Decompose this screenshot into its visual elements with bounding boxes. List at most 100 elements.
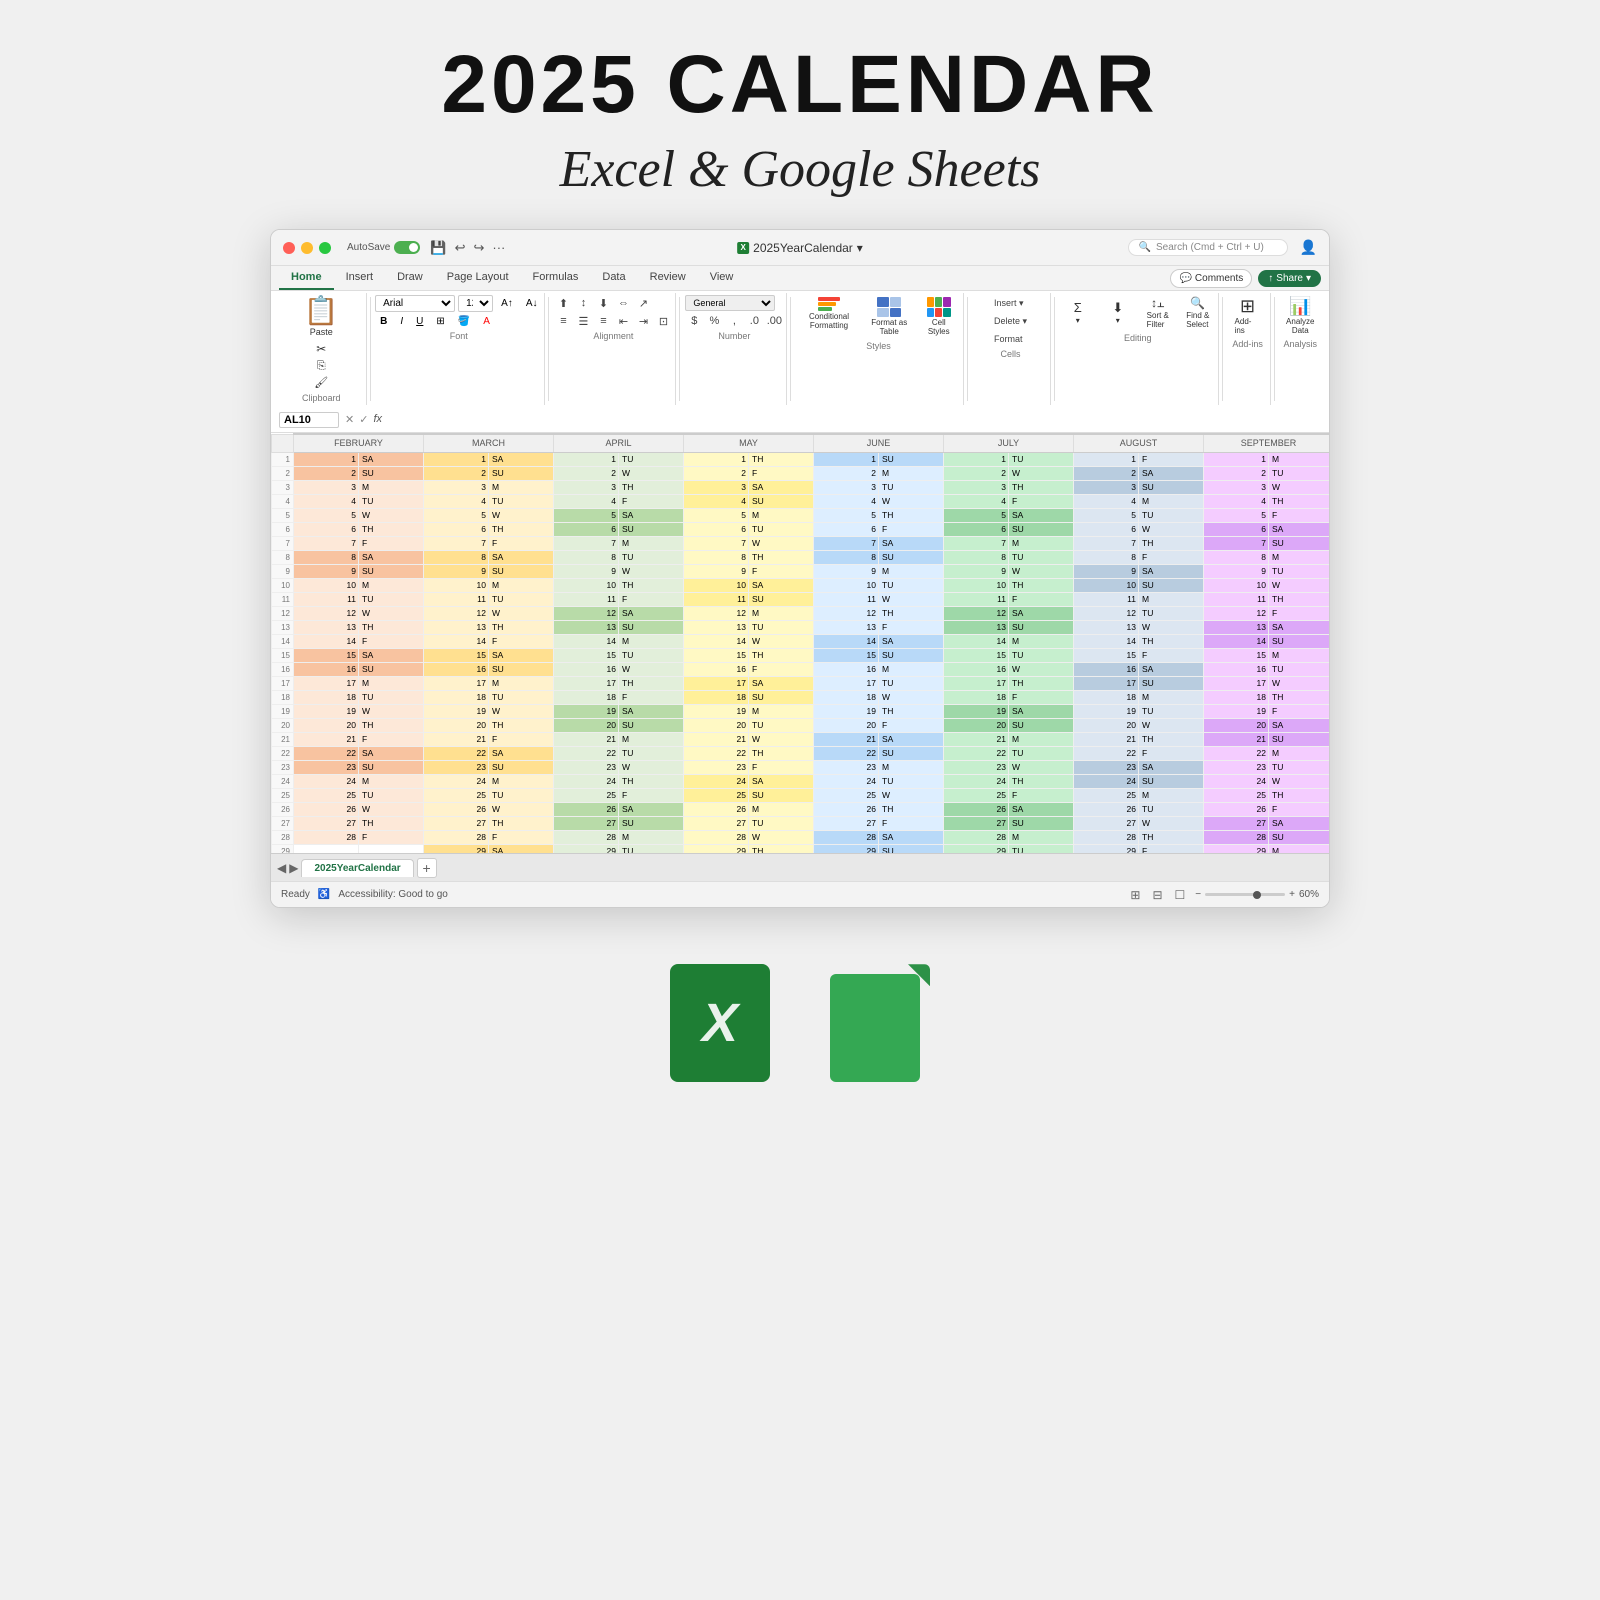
tab-data[interactable]: Data	[590, 266, 637, 290]
table-row[interactable]: W	[619, 466, 684, 480]
table-row[interactable]: SA	[1139, 760, 1204, 774]
table-row[interactable]: 21	[424, 732, 489, 746]
fill-button[interactable]: ⬇ ▾	[1100, 295, 1136, 331]
table-row[interactable]: M	[879, 564, 944, 578]
table-row[interactable]: SA	[749, 774, 814, 788]
table-row[interactable]: SA	[489, 844, 554, 853]
table-row[interactable]: SA	[489, 746, 554, 760]
table-row[interactable]: 4	[814, 494, 879, 508]
table-row[interactable]: 29	[554, 844, 619, 853]
table-row[interactable]: 22	[814, 746, 879, 760]
table-row[interactable]: 20	[294, 718, 359, 732]
table-row[interactable]: W	[489, 704, 554, 718]
table-row[interactable]: 23	[944, 760, 1009, 774]
table-row[interactable]: TH	[1269, 494, 1330, 508]
table-row[interactable]: 17	[684, 676, 749, 690]
table-row[interactable]: W	[489, 802, 554, 816]
table-row[interactable]: SU	[359, 662, 424, 676]
table-row[interactable]: 3	[294, 480, 359, 494]
table-row[interactable]: SU	[879, 648, 944, 662]
table-row[interactable]: 10	[554, 578, 619, 592]
table-row[interactable]: F	[359, 536, 424, 550]
table-row[interactable]: 5	[424, 508, 489, 522]
table-row[interactable]: 24	[684, 774, 749, 788]
table-row[interactable]: 21	[944, 732, 1009, 746]
table-row[interactable]: 12	[1074, 606, 1139, 620]
table-row[interactable]: 6	[814, 522, 879, 536]
table-row[interactable]: TH	[1009, 578, 1074, 592]
sheets-app-icon[interactable]	[830, 964, 930, 1082]
table-row[interactable]: M	[1269, 648, 1330, 662]
maximize-btn[interactable]	[319, 242, 331, 254]
table-row[interactable]: 20	[554, 718, 619, 732]
search-bar[interactable]: 🔍 Search (Cmd + Ctrl + U)	[1128, 239, 1288, 256]
table-row[interactable]: SU	[619, 522, 684, 536]
table-row[interactable]: M	[879, 760, 944, 774]
table-row[interactable]: SU	[489, 662, 554, 676]
table-row[interactable]: F	[749, 760, 814, 774]
table-row[interactable]: TH	[489, 620, 554, 634]
table-row[interactable]: 7	[814, 536, 879, 550]
table-row[interactable]: M	[749, 704, 814, 718]
analyze-data-button[interactable]: 📊 AnalyzeData	[1281, 295, 1319, 337]
table-row[interactable]: 3	[684, 480, 749, 494]
table-row[interactable]: TU	[619, 452, 684, 466]
table-row[interactable]	[294, 844, 359, 853]
page-break-view-btn[interactable]: ⊟	[1150, 886, 1164, 904]
table-row[interactable]: W	[619, 662, 684, 676]
add-sheet-button[interactable]: +	[417, 858, 437, 878]
table-row[interactable]: 1	[944, 452, 1009, 466]
table-row[interactable]: TH	[619, 774, 684, 788]
table-row[interactable]: SA	[879, 536, 944, 550]
table-row[interactable]: W	[359, 802, 424, 816]
table-row[interactable]: TU	[1009, 648, 1074, 662]
table-row[interactable]: 1	[424, 452, 489, 466]
table-row[interactable]: W	[879, 494, 944, 508]
table-row[interactable]: M	[1139, 494, 1204, 508]
table-row[interactable]: TH	[1139, 732, 1204, 746]
table-row[interactable]: 20	[684, 718, 749, 732]
table-row[interactable]: M	[1269, 844, 1330, 853]
align-left-button[interactable]: ≡	[554, 313, 572, 329]
table-row[interactable]: W	[619, 760, 684, 774]
wrap-text-button[interactable]: ⇔	[614, 295, 632, 311]
table-row[interactable]: 5	[1204, 508, 1269, 522]
table-row[interactable]: 24	[814, 774, 879, 788]
table-row[interactable]: F	[1269, 802, 1330, 816]
table-row[interactable]: 12	[814, 606, 879, 620]
table-row[interactable]: 17	[554, 676, 619, 690]
table-row[interactable]: 25	[294, 788, 359, 802]
table-row[interactable]: 18	[684, 690, 749, 704]
table-row[interactable]: 17	[814, 676, 879, 690]
table-row[interactable]: W	[359, 606, 424, 620]
close-btn[interactable]	[283, 242, 295, 254]
table-row[interactable]: M	[1139, 788, 1204, 802]
table-row[interactable]: F	[879, 620, 944, 634]
table-row[interactable]: TU	[359, 494, 424, 508]
table-row[interactable]: 16	[944, 662, 1009, 676]
table-row[interactable]: SU	[1269, 634, 1330, 648]
table-row[interactable]: TH	[1269, 788, 1330, 802]
table-row[interactable]: 13	[684, 620, 749, 634]
table-row[interactable]: TH	[1139, 634, 1204, 648]
table-row[interactable]: 15	[944, 648, 1009, 662]
table-row[interactable]: 2	[294, 466, 359, 480]
font-color-button[interactable]: A	[478, 314, 495, 329]
table-row[interactable]: 24	[294, 774, 359, 788]
table-row[interactable]: TU	[489, 690, 554, 704]
table-row[interactable]: 13	[1074, 620, 1139, 634]
table-row[interactable]: TU	[619, 550, 684, 564]
table-row[interactable]: 9	[684, 564, 749, 578]
table-row[interactable]: 18	[424, 690, 489, 704]
zoom-minus[interactable]: −	[1195, 889, 1201, 900]
table-row[interactable]: 1	[554, 452, 619, 466]
table-row[interactable]: F	[359, 732, 424, 746]
table-row[interactable]: W	[1139, 620, 1204, 634]
table-row[interactable]: 7	[1074, 536, 1139, 550]
table-row[interactable]: 19	[1204, 704, 1269, 718]
table-row[interactable]: 22	[424, 746, 489, 760]
table-row[interactable]: 3	[424, 480, 489, 494]
table-row[interactable]: 21	[294, 732, 359, 746]
table-row[interactable]: SU	[619, 816, 684, 830]
table-row[interactable]: 16	[1074, 662, 1139, 676]
